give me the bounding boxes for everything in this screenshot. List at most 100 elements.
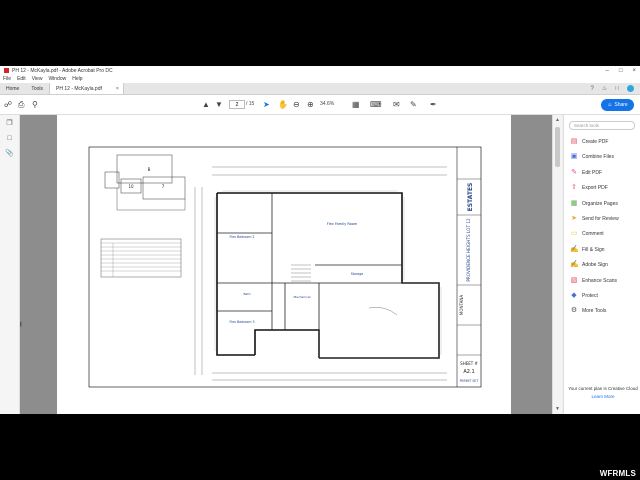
maximize-icon[interactable]: □ <box>619 68 623 74</box>
tool-edit-pdf[interactable]: ✎ Edit PDF <box>570 168 602 178</box>
room-flex-bedroom-3: Flex Bedroom 3 <box>230 320 255 324</box>
send-review-icon: ➤ <box>571 215 577 222</box>
more-tools-icon: ⚙ <box>570 307 578 315</box>
keyboard-icon[interactable]: ⌨ <box>370 99 382 110</box>
menu-edit[interactable]: Edit <box>17 76 26 82</box>
fill-sign-icon: ✍ <box>570 245 579 253</box>
menu-view[interactable]: View <box>32 76 43 82</box>
minimize-icon[interactable]: – <box>606 68 609 74</box>
apps-grid-icon[interactable]: ∷ <box>615 85 619 92</box>
create-pdf-icon: ▤ <box>570 138 578 145</box>
learn-more-link[interactable]: Learn More <box>568 394 638 400</box>
tools-pane: Search tools ▤ Create PDF ▣ Combine Files ✎ E… <box>563 115 640 414</box>
tool-label: Create PDF <box>582 139 609 145</box>
page-thumbnails-icon[interactable]: ❐ <box>5 119 14 128</box>
share-button[interactable]: ☺ Share <box>601 99 634 111</box>
search-tools-input[interactable]: Search tools <box>569 121 635 130</box>
menu-file[interactable]: File <box>3 76 11 82</box>
tab-document[interactable]: PH 12 - McKayla.pdf × <box>49 83 124 94</box>
tool-fill-sign[interactable]: ✍ Fill & Sign <box>570 245 605 255</box>
zoom-in-icon[interactable]: ⊕ <box>307 99 314 110</box>
tool-more-tools[interactable]: ⚙ More Tools <box>570 306 607 316</box>
fit-page-icon[interactable]: ▦ <box>352 99 360 110</box>
sheet-label: SHEET # <box>460 361 478 366</box>
tool-create-pdf[interactable]: ▤ Create PDF <box>570 137 609 147</box>
zoom-level[interactable]: 34.6% <box>320 100 334 109</box>
tool-combine-files[interactable]: ▣ Combine Files <box>570 152 614 162</box>
avatar[interactable] <box>627 85 634 92</box>
key-label-b: B <box>148 167 151 172</box>
page-count: / 15 <box>246 101 255 107</box>
tool-label: Send for Review <box>582 216 619 222</box>
scroll-down-icon[interactable]: ▼ <box>555 406 560 412</box>
tool-label: Organize Pages <box>582 200 618 207</box>
main-toolbar: ☍ ⎙ ⚲ ▲ ▼ 2 / 15 ➤ ✋ ⊖ ⊕ 34.6% ▦ ⌨ ✉ ✎ ✒… <box>0 95 640 115</box>
tool-label: Protect <box>582 293 598 299</box>
tool-label: Combine Files <box>582 154 614 161</box>
floor-plan-drawing: ESTATES PROVIDENCE HEIGHTS LOT 12 MONTAN… <box>88 146 482 388</box>
plan-text: Your current plan is Creative Cloud <box>568 386 638 391</box>
tool-label: Export PDF <box>582 185 608 192</box>
tab-close-icon[interactable]: × <box>116 86 119 92</box>
tab-tools[interactable]: Tools <box>25 83 49 94</box>
tool-comment[interactable]: ▭ Comment <box>570 229 604 239</box>
help-icon[interactable]: ? <box>590 86 593 92</box>
document-view[interactable]: ◀ <box>20 115 562 414</box>
edit-pdf-icon: ✎ <box>571 168 577 176</box>
key-label-10: 10 <box>128 184 134 189</box>
room-flex-family: Flex Family Room <box>327 222 358 226</box>
previous-page-icon[interactable]: ▲ <box>202 99 210 110</box>
tool-label: Adobe Sign <box>582 262 608 269</box>
search-icon[interactable]: ⚲ <box>32 99 38 110</box>
bookmark-icon[interactable]: □ <box>5 134 14 143</box>
close-icon[interactable]: × <box>632 68 636 74</box>
attachment-icon[interactable]: 📎 <box>5 149 14 158</box>
scroll-thumb[interactable] <box>555 127 560 167</box>
collapse-left-icon[interactable]: ◀ <box>20 320 21 328</box>
pdf-page: ESTATES PROVIDENCE HEIGHTS LOT 12 MONTAN… <box>57 115 511 414</box>
menu-window[interactable]: Window <box>48 76 66 82</box>
next-page-icon[interactable]: ▼ <box>215 99 223 110</box>
model-name: MONTANA <box>459 295 464 315</box>
enhance-scans-icon: ▧ <box>570 276 578 284</box>
tool-label: Enhance Scans <box>582 277 618 284</box>
share-label: Share <box>614 102 628 108</box>
tool-protect[interactable]: ◆ Protect <box>570 291 598 301</box>
print-icon[interactable]: ⎙ <box>18 99 24 110</box>
comment-toolbar-icon[interactable]: ✉ <box>393 99 400 110</box>
acrobat-app-icon <box>4 68 9 73</box>
person-icon: ☺ <box>607 102 613 108</box>
permit-stamp: PERMIT SET <box>460 379 479 383</box>
page-number-input[interactable]: 2 <box>229 100 245 109</box>
pen-icon[interactable]: ✎ <box>410 99 417 110</box>
tool-label: Fill & Sign <box>582 246 605 253</box>
room-mechanical: Mechanical <box>294 295 311 299</box>
tool-send-for-review[interactable]: ➤ Send for Review <box>570 214 619 224</box>
window-title: PH 12 - McKayla.pdf - Adobe Acrobat Pro … <box>12 67 113 74</box>
sign-icon[interactable]: ✒ <box>430 99 437 110</box>
zoom-out-icon[interactable]: ⊖ <box>293 99 300 110</box>
room-storage: Storage <box>351 272 364 276</box>
scroll-up-icon[interactable]: ▲ <box>555 117 560 123</box>
vertical-scrollbar[interactable]: ▲ ▼ <box>552 115 562 414</box>
title-bar: PH 12 - McKayla.pdf - Adobe Acrobat Pro … <box>0 66 640 75</box>
menu-help[interactable]: Help <box>72 76 82 82</box>
tool-organize-pages[interactable]: ▦ Organize Pages <box>570 199 618 209</box>
save-icon[interactable]: ☍ <box>4 99 12 110</box>
adobe-sign-icon: ✍ <box>570 261 579 269</box>
room-bath: Bath <box>244 292 251 296</box>
select-cursor-icon[interactable]: ➤ <box>263 99 270 110</box>
sheet-number: A2.1 <box>463 369 474 375</box>
tool-adobe-sign[interactable]: ✍ Adobe Sign <box>570 260 608 270</box>
plan-info: Your current plan is Creative Cloud Lear… <box>568 386 638 400</box>
bell-icon[interactable]: ♨ <box>602 85 607 92</box>
tab-home[interactable]: Home <box>0 83 25 94</box>
tool-export-pdf[interactable]: ⇧ Export PDF <box>570 183 608 193</box>
hand-tool-icon[interactable]: ✋ <box>278 99 288 110</box>
tool-label: Comment <box>582 231 604 238</box>
protect-icon: ◆ <box>571 292 577 299</box>
subdivision-name: PROVIDENCE HEIGHTS LOT 12 <box>466 218 471 282</box>
tool-enhance-scans[interactable]: ▧ Enhance Scans <box>570 276 617 286</box>
organize-pages-icon: ▦ <box>570 199 578 207</box>
key-label-7: 7 <box>162 184 165 189</box>
